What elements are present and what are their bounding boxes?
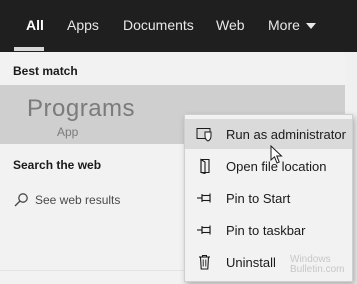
tab-more[interactable]: More [268, 17, 316, 33]
active-tab-indicator [14, 47, 44, 51]
search-icon [14, 193, 28, 207]
menu-item-label: Uninstall [226, 255, 276, 270]
pin-icon [197, 193, 211, 203]
shield-icon [196, 128, 212, 142]
menu-item-label: Run as administrator [226, 127, 346, 142]
watermark: Windows Bulletin.com [290, 255, 344, 275]
tab-more-label: More [268, 17, 300, 33]
chevron-down-icon [305, 23, 316, 30]
menu-item-open-file-location[interactable]: Open file location [185, 151, 352, 181]
app-name: Programs [27, 95, 136, 122]
menu-item-label: Pin to Start [226, 191, 291, 206]
folder-icon [200, 158, 210, 174]
app-type: App [57, 125, 79, 139]
mouse-pointer-icon [270, 145, 283, 164]
menu-item-pin-to-taskbar[interactable]: Pin to taskbar [185, 215, 352, 245]
tab-all[interactable]: All [26, 17, 44, 33]
see-web-results-link[interactable]: See web results [13, 190, 120, 210]
menu-item-label: Pin to taskbar [226, 223, 306, 238]
see-web-results-label: See web results [35, 193, 121, 207]
search-window: All Apps Documents Web More Best match P… [0, 0, 357, 284]
menu-item-run-as-administrator[interactable]: Run as administrator [185, 119, 352, 149]
tab-documents[interactable]: Documents [123, 17, 194, 33]
search-tab-bar: All Apps Documents Web More [0, 0, 357, 52]
trash-icon [199, 255, 210, 270]
best-match-heading: Best match [13, 64, 78, 78]
tab-apps[interactable]: Apps [67, 17, 99, 33]
menu-item-pin-to-start[interactable]: Pin to Start [185, 183, 352, 213]
watermark-line-2: Bulletin.com [290, 264, 345, 275]
search-web-heading: Search the web [13, 158, 102, 172]
tab-web[interactable]: Web [216, 17, 245, 33]
pin-icon [197, 225, 211, 235]
